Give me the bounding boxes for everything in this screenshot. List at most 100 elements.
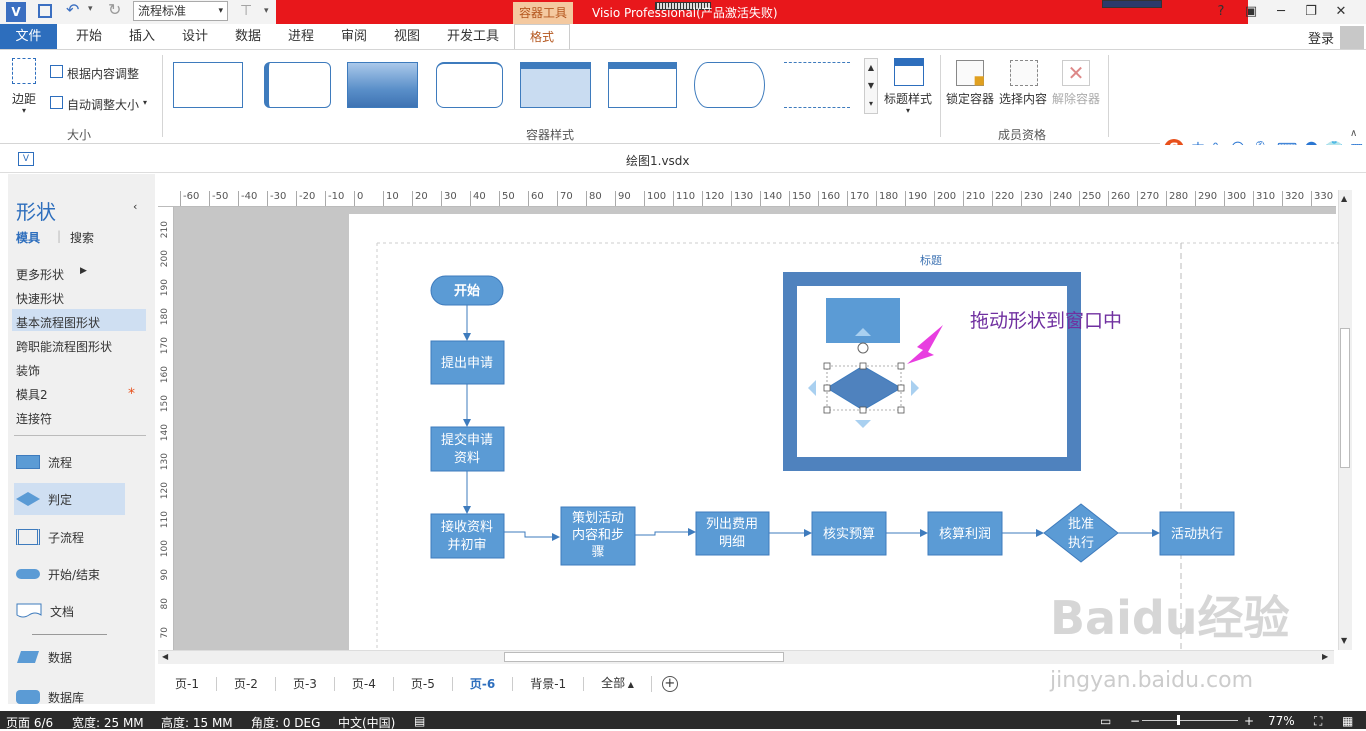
shape-process[interactable]: 流程 xyxy=(16,447,72,477)
status-language[interactable]: 中文(中国) xyxy=(338,714,395,731)
scroll-left-icon[interactable]: ◀ xyxy=(162,652,168,661)
decision-diamond[interactable] xyxy=(1043,503,1119,563)
container-title[interactable]: 标题 xyxy=(920,253,942,267)
add-page-icon[interactable]: + xyxy=(661,676,678,692)
scroll-down-icon[interactable]: ▼ xyxy=(1341,636,1347,645)
page-tab-5[interactable]: 页-5 xyxy=(394,677,453,691)
scroll-up-icon[interactable]: ▲ xyxy=(1341,194,1347,203)
container-style-7[interactable] xyxy=(694,62,765,108)
tab-home[interactable]: 开始 xyxy=(76,24,102,49)
tab-file[interactable]: 文件 xyxy=(0,24,57,49)
page-tab-3[interactable]: 页-3 xyxy=(276,677,335,691)
horizontal-scroll-thumb[interactable] xyxy=(504,652,784,662)
zoom-level[interactable]: 77% xyxy=(1268,714,1295,728)
margins-dropdown-icon[interactable]: ▾ xyxy=(22,106,26,115)
status-page[interactable]: 页面 6/6 xyxy=(6,714,53,731)
tab-review[interactable]: 审阅 xyxy=(341,24,367,49)
auto-resize-dropdown-icon[interactable]: ▾ xyxy=(143,98,147,107)
zoom-slider-thumb[interactable] xyxy=(1177,715,1180,725)
container-style-1[interactable] xyxy=(173,62,243,108)
basic-flowchart-item[interactable]: 基本流程图形状 xyxy=(16,314,100,331)
collapse-pane-icon[interactable]: ‹ xyxy=(133,200,137,213)
format-painter-icon[interactable]: ⊤ xyxy=(240,3,252,19)
vertical-scroll-thumb[interactable] xyxy=(1340,328,1350,468)
connector-step4-step5[interactable] xyxy=(635,528,696,536)
page-tab-4[interactable]: 页-4 xyxy=(335,677,394,691)
container-style-4[interactable] xyxy=(436,62,503,108)
container-style-2[interactable] xyxy=(264,62,331,108)
zoom-out-icon[interactable]: − xyxy=(1130,714,1140,728)
container-style-3[interactable] xyxy=(347,62,418,108)
tab-search[interactable]: 搜索 xyxy=(70,229,94,246)
page-tab-6[interactable]: 页-6 xyxy=(453,677,514,691)
tab-design[interactable]: 设计 xyxy=(182,24,208,49)
gallery-down-icon[interactable]: ▼ xyxy=(865,77,877,95)
more-shapes-item[interactable]: 更多形状 xyxy=(16,266,64,283)
tab-view[interactable]: 视图 xyxy=(394,24,420,49)
margins-icon[interactable] xyxy=(12,58,36,84)
zoom-in-icon[interactable]: + xyxy=(1244,714,1254,728)
auto-resize-button[interactable]: 自动调整大小 xyxy=(67,96,139,113)
shape-terminator[interactable]: 开始/结束 xyxy=(16,559,100,589)
presentation-mode-icon[interactable]: ▭ xyxy=(1100,714,1111,728)
gallery-more-icon[interactable]: ▾ xyxy=(865,95,877,113)
page-tab-all[interactable]: 全部 ▲ xyxy=(584,676,652,692)
close-icon[interactable]: ✕ xyxy=(1326,4,1356,19)
switch-window-icon[interactable]: ▦ xyxy=(1342,714,1353,728)
disband-container-button[interactable]: 解除容器 xyxy=(1052,90,1100,107)
login-link[interactable]: 登录 xyxy=(1308,28,1334,47)
style-combo[interactable]: 流程标准 ▾ xyxy=(133,1,228,21)
style-gallery-scroll[interactable]: ▲ ▼ ▾ xyxy=(864,58,878,114)
undo-icon[interactable]: ↶ xyxy=(66,0,79,19)
ribbon-display-icon[interactable]: ▣ xyxy=(1236,4,1266,19)
page-tab-background-1[interactable]: 背景-1 xyxy=(513,677,585,691)
macro-record-icon[interactable]: ▤ xyxy=(414,714,425,728)
stencil2-item[interactable]: 模具2 xyxy=(16,386,48,403)
step4-label-line3: 骤 xyxy=(591,545,604,560)
container-process-shape[interactable] xyxy=(826,298,900,343)
save-icon[interactable] xyxy=(38,4,52,18)
fit-content-button[interactable]: 根据内容调整 xyxy=(67,65,139,82)
select-contents-icon xyxy=(1010,60,1038,86)
select-contents-button[interactable]: 选择内容 xyxy=(999,90,1047,107)
heading-style-dropdown-icon[interactable]: ▾ xyxy=(906,106,910,115)
shape-document[interactable]: 文档 xyxy=(16,596,74,626)
scroll-right-icon[interactable]: ▶ xyxy=(1322,652,1328,661)
zoom-slider[interactable] xyxy=(1142,720,1238,721)
tab-format[interactable]: 格式 xyxy=(514,24,570,49)
heading-style-icon xyxy=(894,58,924,86)
connectors-item[interactable]: 连接符 xyxy=(16,410,52,427)
decoration-item[interactable]: 装饰 xyxy=(16,362,40,379)
help-icon[interactable]: ? xyxy=(1206,4,1236,19)
shape-subprocess[interactable]: 子流程 xyxy=(16,522,84,552)
tab-developer[interactable]: 开发工具 xyxy=(447,24,499,49)
shape-decision[interactable]: 判定 xyxy=(16,484,72,514)
shape-data[interactable]: 数据 xyxy=(16,642,72,672)
tab-process[interactable]: 进程 xyxy=(288,24,314,49)
tab-stencils[interactable]: 模具 xyxy=(16,229,40,246)
margins-button[interactable]: 边距 xyxy=(12,90,36,107)
fit-page-icon[interactable]: ⛶ xyxy=(1314,714,1322,729)
container-style-5[interactable] xyxy=(520,62,591,108)
tab-insert[interactable]: 插入 xyxy=(129,24,155,49)
page-tab-2[interactable]: 页-2 xyxy=(217,677,276,691)
heading-style-button[interactable]: 标题样式 xyxy=(884,90,932,107)
minimize-icon[interactable]: ─ xyxy=(1266,4,1296,19)
lock-container-button[interactable]: 锁定容器 xyxy=(946,90,994,107)
quick-shapes-item[interactable]: 快速形状 xyxy=(16,290,64,307)
gallery-up-icon[interactable]: ▲ xyxy=(865,59,877,77)
redo-icon[interactable]: ↻ xyxy=(108,0,121,19)
start-label: 开始 xyxy=(454,283,480,299)
cross-functional-item[interactable]: 跨职能流程图形状 xyxy=(16,338,112,355)
qat-customize-icon[interactable]: ▾ xyxy=(264,6,269,16)
avatar[interactable] xyxy=(1340,26,1364,50)
shape-database[interactable]: 数据库 xyxy=(16,682,84,704)
tab-data[interactable]: 数据 xyxy=(235,24,261,49)
connector-step3-step4[interactable] xyxy=(504,531,560,541)
ruler-h-tick: 0 xyxy=(354,191,363,206)
undo-dropdown-icon[interactable]: ▾ xyxy=(88,4,93,14)
page-tab-1[interactable]: 页-1 xyxy=(158,677,217,691)
container-style-6[interactable] xyxy=(608,62,677,108)
restore-icon[interactable]: ❐ xyxy=(1296,4,1326,19)
container-style-8[interactable] xyxy=(784,62,850,108)
